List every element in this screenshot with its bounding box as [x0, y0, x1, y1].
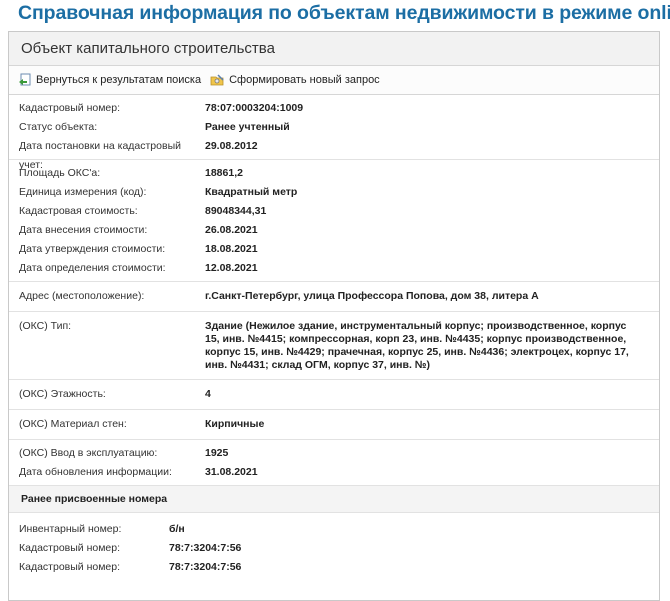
- info-row: (ОКС) Этажность: 4: [9, 385, 659, 404]
- address-label: Адрес (местоположение):: [19, 290, 145, 302]
- info-row: Дата обновления информации: 31.08.2021: [9, 463, 659, 482]
- cost-approval-date-value: 18.08.2021: [205, 243, 258, 255]
- commissioning-label: (ОКС) Ввод в эксплуатацию:: [19, 447, 158, 459]
- info-row: (ОКС) Тип: Здание (Нежилое здание, инстр…: [9, 317, 659, 375]
- info-section-type: (ОКС) Тип: Здание (Нежилое здание, инстр…: [9, 312, 659, 380]
- wall-material-label: (ОКС) Материал стен:: [19, 418, 127, 430]
- info-row: Единица измерения (код): Квадратный метр: [9, 183, 659, 202]
- update-date-value: 31.08.2021: [205, 466, 258, 478]
- new-request-button[interactable]: Сформировать новый запрос: [210, 73, 380, 87]
- info-row: (ОКС) Ввод в эксплуатацию: 1925: [9, 444, 659, 463]
- info-row: Дата утверждения стоимости: 18.08.2021: [9, 240, 659, 259]
- info-row: Дата постановки на кадастровый учет: 29.…: [9, 137, 659, 171]
- cadastral-number-label: Кадастровый номер:: [19, 102, 121, 114]
- commissioning-value: 1925: [205, 447, 229, 459]
- area-label: Площадь ОКС'a:: [19, 167, 101, 179]
- previous-row: Кадастровый номер: 78:7:3204:7:56: [9, 558, 659, 577]
- old-cadastral-number-label: Кадастровый номер:: [19, 561, 121, 573]
- floors-label: (ОКС) Этажность:: [19, 388, 106, 400]
- info-section-walls: (ОКС) Материал стен: Кирпичные: [9, 410, 659, 440]
- cadastral-number-value: 78:07:0003204:1009: [205, 102, 304, 114]
- cost-determination-date-label: Дата определения стоимости:: [19, 262, 166, 274]
- type-value: Здание (Нежилое здание, инструментальный…: [205, 320, 629, 371]
- registration-date-value: 29.08.2012: [205, 140, 258, 152]
- status-label: Статус объекта:: [19, 121, 98, 133]
- info-row: Адрес (местоположение): г.Санкт-Петербур…: [9, 287, 659, 306]
- object-panel: Объект капитального строительства Вернут…: [8, 31, 660, 601]
- previous-numbers-section: Инвентарный номер: б/н Кадастровый номер…: [9, 513, 659, 577]
- old-cadastral-number-value: 78:7:3204:7:56: [169, 561, 242, 573]
- address-value: г.Санкт-Петербург, улица Профессора Попо…: [205, 290, 539, 302]
- previous-numbers-header: Ранее присвоенные номера: [9, 486, 659, 513]
- update-date-label: Дата обновления информации:: [19, 466, 172, 478]
- cadastral-cost-label: Кадастровая стоимость:: [19, 205, 138, 217]
- inventory-number-label: Инвентарный номер:: [19, 523, 122, 535]
- floors-value: 4: [205, 388, 211, 400]
- cost-entry-date-label: Дата внесения стоимости:: [19, 224, 148, 236]
- info-row: Дата определения стоимости: 12.08.2021: [9, 259, 659, 278]
- toolbar: Вернуться к результатам поиска Сформиров…: [9, 66, 659, 95]
- panel-title: Объект капитального строительства: [9, 32, 659, 66]
- wall-material-value: Кирпичные: [205, 418, 265, 430]
- new-request-label: Сформировать новый запрос: [229, 74, 380, 86]
- info-section-floors: (ОКС) Этажность: 4: [9, 380, 659, 410]
- new-request-icon: [210, 74, 224, 86]
- previous-row: Кадастровый номер: 78:7:3204:7:56: [9, 539, 659, 558]
- page-title: Справочная информация по объектам недвиж…: [18, 2, 670, 24]
- status-value: Ранее учтенный: [205, 121, 290, 133]
- cost-approval-date-label: Дата утверждения стоимости:: [19, 243, 166, 255]
- back-to-results-button[interactable]: Вернуться к результатам поиска: [18, 73, 201, 87]
- unit-value: Квадратный метр: [205, 186, 298, 198]
- info-row: Кадастровый номер: 78:07:0003204:1009: [9, 99, 659, 118]
- info-row: Дата внесения стоимости: 26.08.2021: [9, 221, 659, 240]
- registration-date-label: Дата постановки на кадастровый учет:: [19, 140, 181, 171]
- cost-determination-date-value: 12.08.2021: [205, 262, 258, 274]
- info-section-commissioning: (ОКС) Ввод в эксплуатацию: 1925 Дата обн…: [9, 440, 659, 486]
- info-section-address: Адрес (местоположение): г.Санкт-Петербур…: [9, 282, 659, 312]
- inventory-number-value: б/н: [169, 523, 185, 535]
- cadastral-cost-value: 89048344,31: [205, 205, 267, 217]
- unit-label: Единица измерения (код):: [19, 186, 147, 198]
- info-row: Площадь ОКС'a: 18861,2: [9, 164, 659, 183]
- back-to-results-label: Вернуться к результатам поиска: [36, 74, 202, 86]
- info-row: (ОКС) Материал стен: Кирпичные: [9, 415, 659, 434]
- type-label: (ОКС) Тип:: [19, 320, 72, 332]
- previous-row: Инвентарный номер: б/н: [9, 520, 659, 539]
- cost-entry-date-value: 26.08.2021: [205, 224, 258, 236]
- back-arrow-icon: [19, 73, 31, 86]
- old-cadastral-number-label: Кадастровый номер:: [19, 542, 121, 554]
- old-cadastral-number-value: 78:7:3204:7:56: [169, 542, 242, 554]
- info-row: Кадастровая стоимость: 89048344,31: [9, 202, 659, 221]
- info-section-cost: Площадь ОКС'a: 18861,2 Единица измерения…: [9, 160, 659, 282]
- info-row: Статус объекта: Ранее учтенный: [9, 118, 659, 137]
- area-value: 18861,2: [205, 167, 243, 179]
- info-section-registration: Кадастровый номер: 78:07:0003204:1009 Ст…: [9, 95, 659, 171]
